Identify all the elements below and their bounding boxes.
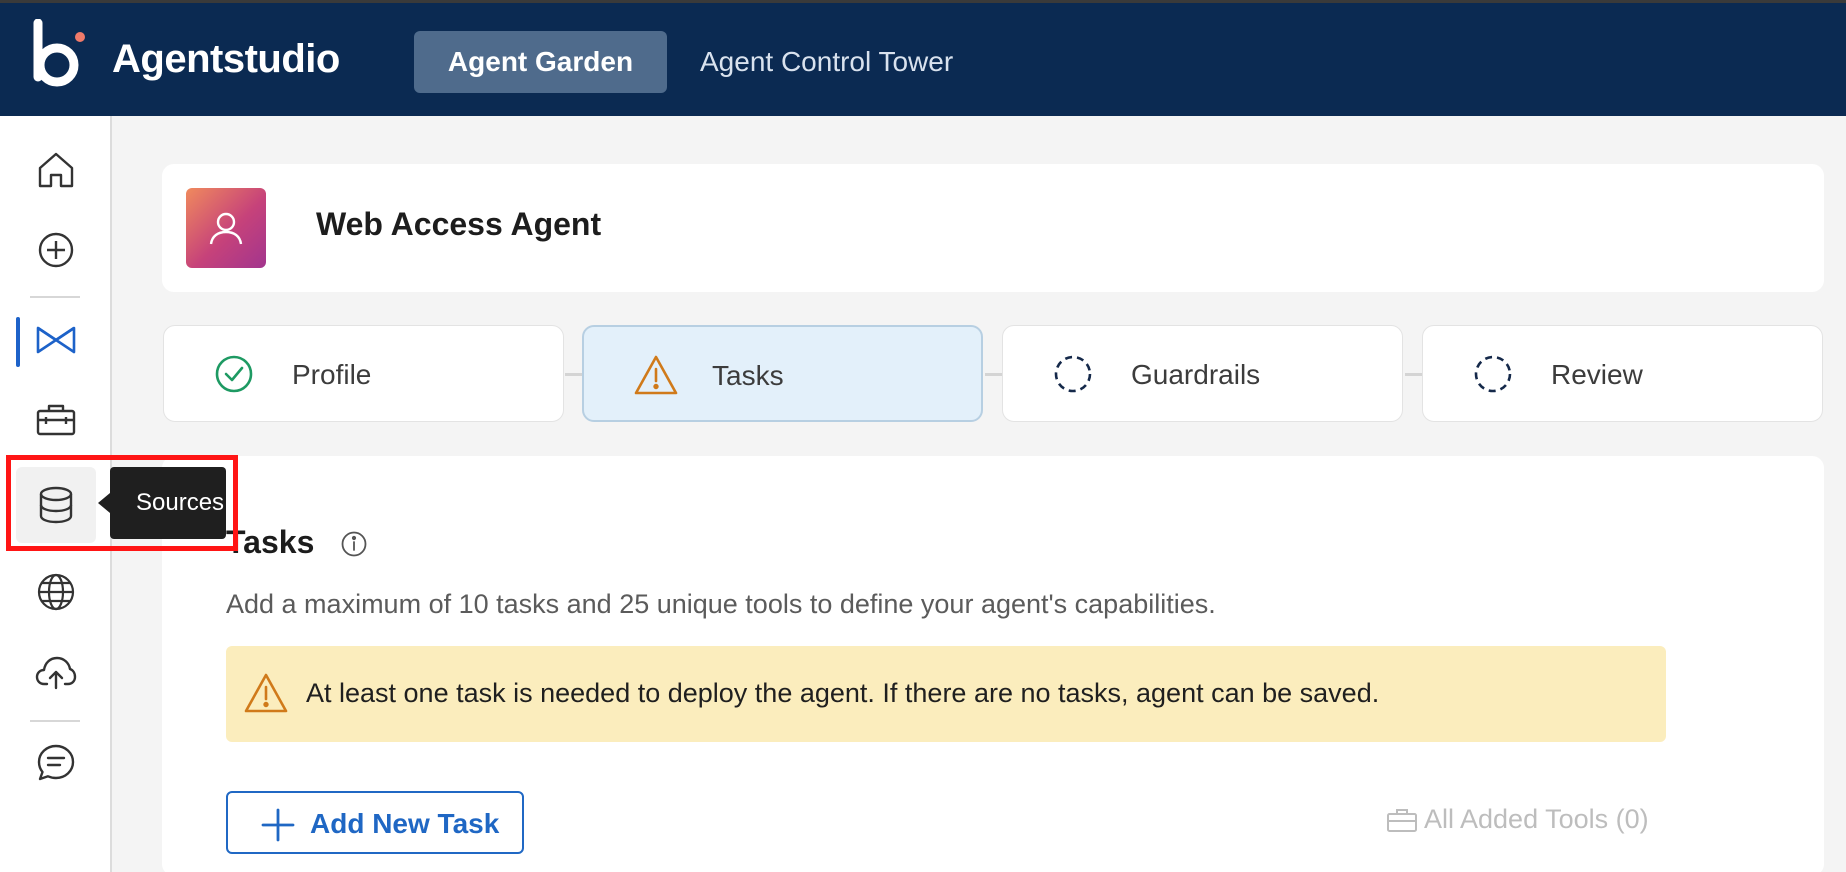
step-label: Guardrails bbox=[1131, 359, 1261, 390]
step-tasks[interactable]: Tasks bbox=[582, 325, 983, 422]
briefcase-icon bbox=[36, 404, 76, 436]
sidebar-item-home[interactable] bbox=[16, 132, 96, 208]
nav-tab-agent-garden[interactable]: Agent Garden bbox=[414, 31, 667, 93]
warning-triangle-icon bbox=[244, 673, 288, 713]
top-navigation-bar: Agentstudio Agent Garden Agent Control T… bbox=[0, 3, 1846, 116]
chat-icon bbox=[37, 744, 75, 781]
add-new-task-label: Add New Task bbox=[310, 808, 500, 839]
pending-circle-icon bbox=[1054, 355, 1092, 393]
toolbox-icon bbox=[1387, 808, 1417, 832]
warning-message: At least one task is needed to deploy th… bbox=[306, 678, 1380, 708]
add-new-task-button[interactable]: Add New Task bbox=[226, 791, 524, 854]
cloud-upload-icon bbox=[35, 656, 77, 690]
sidebar-divider bbox=[30, 720, 80, 722]
sidebar-item-deploy[interactable] bbox=[16, 634, 96, 710]
step-label: Review bbox=[1551, 359, 1643, 390]
brand-name: Agentstudio bbox=[112, 37, 340, 81]
user-icon bbox=[209, 212, 243, 245]
warning-banner: At least one task is needed to deploy th… bbox=[226, 646, 1666, 742]
sidebar-item-tools[interactable] bbox=[16, 382, 96, 458]
nav-tab-agent-control-tower[interactable]: Agent Control Tower bbox=[700, 31, 1010, 93]
sidebar-divider bbox=[30, 296, 80, 298]
info-icon[interactable] bbox=[340, 530, 368, 558]
step-guardrails[interactable]: Guardrails bbox=[1002, 325, 1403, 422]
agent-name: Web Access Agent bbox=[316, 206, 602, 242]
sidebar-item-web[interactable] bbox=[16, 554, 96, 630]
all-added-tools-link[interactable]: All Added Tools (0) bbox=[1386, 804, 1649, 835]
sidebar-item-chat[interactable] bbox=[16, 725, 96, 801]
brand-logo-icon bbox=[33, 19, 85, 87]
bowtie-icon bbox=[36, 326, 76, 354]
warning-triangle-icon bbox=[634, 355, 678, 395]
all-added-tools-label: All Added Tools (0) bbox=[1424, 804, 1649, 834]
pending-circle-icon bbox=[1474, 355, 1512, 393]
agent-avatar bbox=[186, 188, 266, 268]
agent-header-card: Web Access Agent bbox=[162, 164, 1824, 292]
plus-circle-icon bbox=[38, 232, 74, 268]
sidebar-item-agents[interactable] bbox=[16, 302, 96, 378]
check-circle-icon bbox=[215, 355, 253, 393]
step-profile[interactable]: Profile bbox=[163, 325, 564, 422]
step-label: Tasks bbox=[712, 360, 784, 391]
highlight-annotation bbox=[6, 455, 238, 551]
globe-icon bbox=[37, 573, 75, 611]
home-icon bbox=[38, 152, 74, 188]
plus-icon bbox=[261, 808, 295, 842]
tasks-description: Add a maximum of 10 tasks and 25 unique … bbox=[226, 589, 1216, 619]
sidebar-item-create[interactable] bbox=[16, 212, 96, 288]
step-review[interactable]: Review bbox=[1422, 325, 1823, 422]
tasks-heading: Tasks bbox=[226, 524, 315, 560]
step-label: Profile bbox=[292, 359, 372, 390]
